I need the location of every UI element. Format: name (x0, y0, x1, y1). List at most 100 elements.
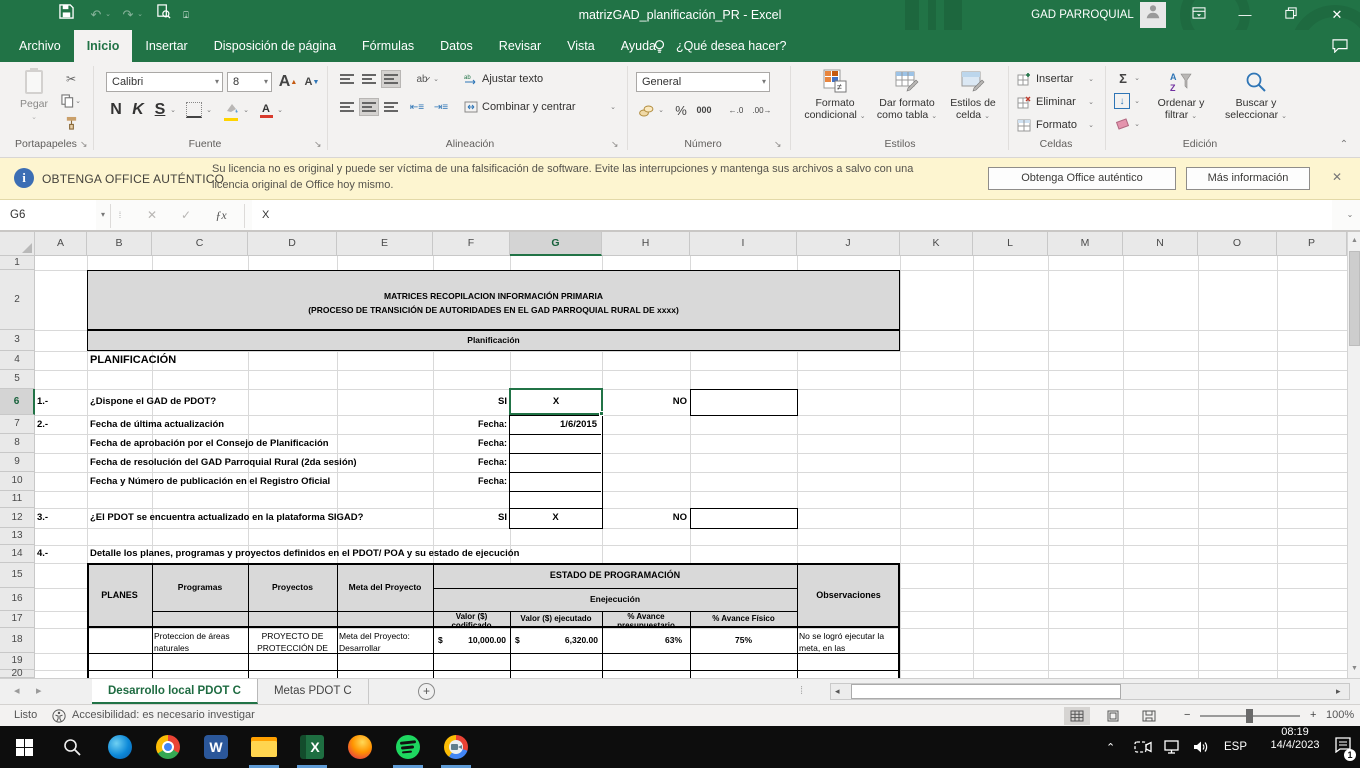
cell-q5-fecha[interactable]: Fecha: (433, 472, 507, 491)
accounting-format-icon[interactable] (636, 100, 656, 120)
language-indicator[interactable]: ESP (1224, 726, 1247, 768)
account-name[interactable]: GAD PARROQUIAL (1030, 0, 1135, 30)
cell-q6-si[interactable]: SI (433, 508, 507, 528)
network-icon[interactable] (1164, 726, 1182, 768)
align-top-icon[interactable] (337, 70, 357, 88)
fill-dropdown-icon[interactable]: ⌄ (1132, 93, 1142, 109)
insert-function-icon[interactable]: ƒx (208, 200, 234, 230)
vertical-scroll-thumb[interactable] (1349, 251, 1360, 346)
increase-font-icon[interactable]: A▲ (277, 72, 299, 92)
column-header-H[interactable]: H (602, 232, 690, 256)
td-programa[interactable]: Proteccion de áreas naturales (154, 630, 246, 653)
sheet-nav-right-icon[interactable]: ▸ (36, 679, 42, 704)
insert-cells-label[interactable]: Insertar (1036, 73, 1073, 85)
ribbon-tab-revisar[interactable]: Revisar (486, 30, 554, 62)
td-valor-ejecutado[interactable]: 6,320.00 (510, 628, 598, 653)
cell-q7-label[interactable]: Detalle los planes, programas y proyecto… (90, 545, 790, 563)
column-header-I[interactable]: I (690, 232, 797, 256)
zoom-level[interactable]: 100% (1326, 705, 1354, 726)
clipboard-dialog-launcher-icon[interactable]: ↘ (80, 139, 88, 150)
edge-icon[interactable] (96, 726, 144, 768)
column-header-N[interactable]: N (1123, 232, 1198, 256)
row-header-18[interactable]: 18 (0, 628, 35, 653)
column-header-O[interactable]: O (1198, 232, 1277, 256)
spotify-icon[interactable] (384, 726, 432, 768)
comment-icon[interactable] (1332, 30, 1348, 62)
td-observacion[interactable]: No se logró ejecutar la meta, en las (799, 630, 898, 653)
number-dialog-launcher-icon[interactable]: ↘ (774, 139, 782, 150)
cell-q2-value[interactable]: 1/6/2015 (511, 416, 597, 434)
format-painter-icon[interactable] (60, 114, 82, 132)
cell-q6-label[interactable]: ¿El PDOT se encuentra actualizado en la … (90, 508, 450, 528)
row-header-17[interactable]: 17 (0, 611, 35, 628)
cell-q1-number[interactable]: 1.- (37, 389, 82, 415)
font-color-icon[interactable]: A (258, 100, 274, 120)
clear-icon[interactable] (1114, 116, 1130, 132)
avatar[interactable] (1140, 2, 1166, 28)
fill-down-icon[interactable]: ↓ (1114, 93, 1130, 109)
bold-button[interactable]: N (106, 100, 126, 120)
row-header-16[interactable]: 16 (0, 588, 35, 611)
cell-q1-no[interactable]: NO (602, 389, 687, 415)
cell-q6-si-box[interactable]: X (509, 508, 603, 529)
font-name-select[interactable]: Calibri▾ (106, 72, 223, 92)
row-header-2[interactable]: 2 (0, 270, 35, 330)
row-header-13[interactable]: 13 (0, 528, 35, 545)
ribbon-tab-archivo[interactable]: Archivo (6, 30, 74, 62)
tell-me-search[interactable]: ¿Qué desea hacer? (676, 30, 787, 62)
borders-dropdown-icon[interactable]: ⌄ (204, 100, 214, 120)
borders-icon[interactable] (186, 102, 202, 118)
tab-splitter-icon[interactable]: ⁞ (800, 679, 803, 704)
insert-cells-icon[interactable] (1016, 71, 1032, 87)
alignment-dialog-launcher-icon[interactable]: ↘ (611, 139, 619, 150)
cell-q2-label[interactable]: Fecha de última actualización (90, 415, 430, 434)
comma-style-icon[interactable]: 000 (693, 100, 715, 120)
formula-bar-expand-icon[interactable]: ⌄ (1342, 200, 1358, 230)
cancel-icon[interactable]: ✕ (140, 200, 164, 230)
autosum-dropdown-icon[interactable]: ⌄ (1132, 70, 1142, 86)
name-box[interactable]: G6 (0, 200, 96, 230)
accounting-dropdown-icon[interactable]: ⌄ (656, 100, 666, 120)
td-valor-codificado[interactable]: 10,000.00 (433, 628, 506, 653)
cell-q4-fecha[interactable]: Fecha: (433, 453, 507, 472)
delete-cells-icon[interactable] (1016, 94, 1032, 110)
ribbon-tab-disposición-de-página[interactable]: Disposición de página (201, 30, 349, 62)
column-header-F[interactable]: F (433, 232, 510, 256)
format-as-table-button[interactable]: Dar formato como tabla ⌄ (872, 68, 942, 123)
column-header-J[interactable]: J (797, 232, 900, 256)
font-size-select[interactable]: 8▾ (227, 72, 272, 92)
row-header-8[interactable]: 8 (0, 434, 35, 453)
fill-color-icon[interactable] (222, 100, 240, 120)
percent-style-icon[interactable]: % (672, 100, 690, 120)
orientation-dropdown-icon[interactable]: ⌄ (431, 70, 441, 88)
search-button[interactable] (48, 726, 96, 768)
column-header-D[interactable]: D (248, 232, 337, 256)
cell-title-block[interactable]: MATRICES RECOPILACION INFORMACIÓN PRIMAR… (87, 270, 900, 330)
row-header-10[interactable]: 10 (0, 472, 35, 491)
notice-close-icon[interactable]: ✕ (1332, 170, 1342, 184)
sheet-tab-desarrollo-local-pdot-c[interactable]: Desarrollo local PDOT C (92, 679, 258, 704)
format-dropdown-icon[interactable]: ⌄ (1086, 117, 1096, 133)
column-header-K[interactable]: K (900, 232, 973, 256)
td-proyecto[interactable]: PROYECTO DE PROTECCIÓN DE (250, 630, 335, 653)
row-header-20[interactable]: 20 (0, 670, 35, 678)
row-header-11[interactable]: 11 (0, 491, 35, 508)
cell-q2-number[interactable]: 2.- (37, 415, 82, 434)
sheet-area[interactable]: MATRICES RECOPILACION INFORMACIÓN PRIMAR… (0, 232, 1347, 678)
column-header-B[interactable]: B (87, 232, 152, 256)
format-cells-icon[interactable] (1016, 117, 1032, 133)
td-avance-fisico[interactable]: 75% (690, 628, 797, 653)
cell-q2-fecha[interactable]: Fecha: (433, 415, 507, 434)
fill-color-dropdown-icon[interactable]: ⌄ (241, 100, 251, 120)
delete-dropdown-icon[interactable]: ⌄ (1086, 94, 1096, 110)
decrease-font-icon[interactable]: A▼ (301, 72, 323, 92)
zoom-slider-thumb[interactable] (1246, 709, 1253, 723)
get-office-button[interactable]: Obtenga Office auténtico (988, 167, 1176, 190)
cut-icon[interactable]: ✂ (60, 70, 82, 88)
name-box-dropdown-icon[interactable]: ▾ (96, 200, 110, 230)
underline-button[interactable]: S (150, 100, 170, 120)
meet-icon[interactable] (432, 726, 480, 768)
chrome-icon[interactable] (144, 726, 192, 768)
sort-filter-button[interactable]: AZ Ordenar yfiltrar ⌄ (1148, 70, 1214, 123)
row-header-15[interactable]: 15 (0, 563, 35, 588)
